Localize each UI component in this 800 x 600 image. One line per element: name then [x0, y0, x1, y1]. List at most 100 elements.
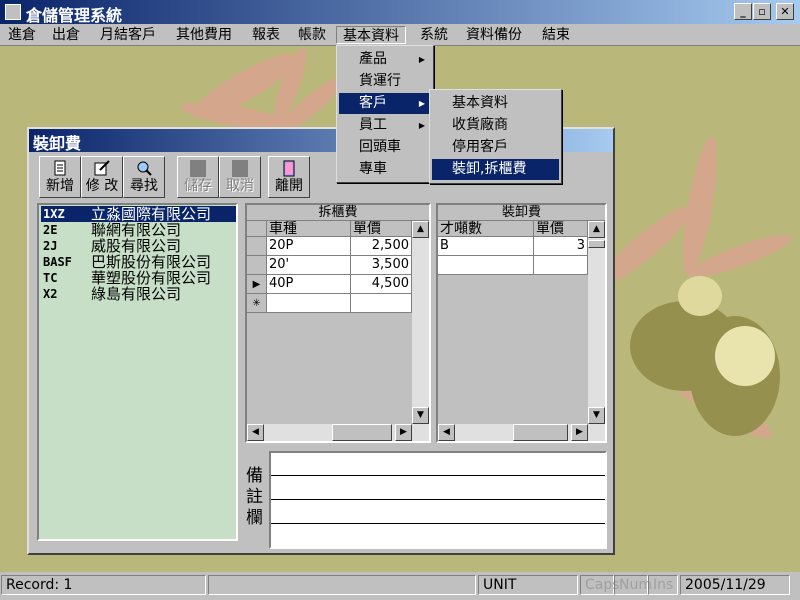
row-selector-header — [247, 221, 267, 237]
submenu-arrow-icon: ▶ — [418, 55, 425, 64]
price-cell[interactable] — [351, 294, 412, 313]
menu-system[interactable]: 系統 — [414, 26, 454, 44]
cancel-button[interactable]: 取消 — [219, 156, 261, 198]
unpack-horizontal-scrollbar[interactable]: ◀ ▶ — [247, 424, 429, 441]
scroll-up-icon[interactable]: ▲ — [588, 221, 605, 238]
statusbar: Record: 1 UNIT Caps Num Ins 2005/11/29 — [0, 572, 800, 600]
tonnage-cell[interactable]: B — [438, 237, 534, 256]
submenu-item-inactive-customers[interactable]: 停用客戶 — [432, 137, 559, 158]
vehicle-type-cell[interactable]: 20P — [267, 237, 351, 256]
scroll-left-icon[interactable]: ◀ — [438, 424, 455, 441]
scroll-right-icon[interactable]: ▶ — [571, 424, 588, 441]
leave-button[interactable]: 離開 — [268, 156, 310, 198]
menu-item-products[interactable]: 產品 ▶ — [339, 49, 431, 70]
row-selector-current[interactable]: ▶ — [247, 275, 267, 294]
column-header-vehicle-type[interactable]: 車種 — [267, 221, 351, 237]
new-button[interactable]: 新增 — [39, 156, 81, 198]
exit-door-icon — [283, 160, 295, 177]
price-cell[interactable]: 3 — [534, 237, 588, 256]
record-indicator: Record: 1 — [1, 575, 206, 595]
customer-name: 威股有限公司 — [91, 237, 182, 255]
column-header-price[interactable]: 單價 — [534, 221, 588, 237]
menu-item-label: 客戶 — [359, 95, 387, 111]
basic-data-menu: 產品 ▶ 貨運行 客戶 ▶ 員工 ▶ 回頭車 專車 — [336, 45, 434, 183]
loading-horizontal-scrollbar[interactable]: ◀ ▶ — [438, 424, 605, 441]
vehicle-type-cell[interactable]: 40P — [267, 275, 351, 294]
app-icon[interactable] — [5, 4, 21, 20]
minimize-button[interactable]: _ — [734, 3, 752, 20]
menu-item-return-trucks[interactable]: 回頭車 — [339, 137, 431, 158]
menu-accounts[interactable]: 帳款 — [292, 26, 332, 44]
customer-name: 華塑股份有限公司 — [91, 269, 212, 287]
row-selector[interactable] — [247, 256, 267, 275]
memo-field[interactable] — [269, 451, 607, 549]
scroll-thumb[interactable] — [513, 424, 568, 441]
customer-submenu: 基本資料 收貨廠商 停用客戶 裝卸,拆櫃費 — [429, 89, 562, 184]
price-cell[interactable] — [534, 256, 588, 275]
save-button-label: 儲存 — [184, 178, 212, 194]
vehicle-type-cell[interactable]: 20' — [267, 256, 351, 275]
submenu-item-handling-fees[interactable]: 裝卸,拆櫃費 — [432, 159, 559, 180]
menu-basic-data[interactable]: 基本資料 — [336, 26, 406, 44]
close-button[interactable]: ✕ — [776, 3, 794, 20]
scroll-down-icon[interactable]: ▼ — [412, 407, 429, 424]
app-title: 倉儲管理系統 — [26, 6, 123, 25]
row-selector[interactable] — [247, 237, 267, 256]
scroll-thumb[interactable] — [332, 424, 392, 441]
restore-button[interactable]: ▫ — [753, 3, 771, 20]
list-item[interactable]: X2 綠島有限公司 — [41, 286, 236, 302]
column-header-tonnage[interactable]: 才噸數 — [438, 221, 534, 237]
submenu-item-consignees[interactable]: 收貨廠商 — [432, 115, 559, 136]
menu-exit[interactable]: 結束 — [536, 26, 576, 44]
list-item[interactable]: BASF 巴斯股份有限公司 — [41, 254, 236, 270]
list-item[interactable]: 2J 威股有限公司 — [41, 238, 236, 254]
scroll-down-icon[interactable]: ▼ — [588, 407, 605, 424]
edit-button[interactable]: 修 改 — [81, 156, 123, 198]
vehicle-type-cell[interactable] — [267, 294, 351, 313]
list-item[interactable]: 2E 聯網有限公司 — [41, 222, 236, 238]
menu-data-backup[interactable]: 資料備份 — [460, 26, 528, 44]
customer-name: 綠島有限公司 — [91, 285, 182, 303]
list-item[interactable]: 1XZ 立淼國際有限公司 — [41, 206, 236, 222]
submenu-arrow-icon: ▶ — [418, 99, 425, 108]
magnifier-icon — [137, 161, 152, 176]
price-cell[interactable]: 3,500 — [351, 256, 412, 275]
new-document-icon — [54, 160, 66, 176]
customer-name: 立淼國際有限公司 — [91, 205, 212, 223]
menu-item-label: 回頭車 — [359, 139, 401, 155]
customer-name: 聯網有限公司 — [91, 221, 182, 239]
menu-item-employees[interactable]: 員工 ▶ — [339, 115, 431, 136]
loading-vertical-scrollbar[interactable]: ▲ ▼ — [588, 221, 605, 424]
scroll-thumb[interactable] — [588, 240, 605, 248]
customer-list[interactable]: 1XZ 立淼國際有限公司 2E 聯網有限公司 2J 威股有限公司 BASF 巴斯股份有限… — [37, 203, 238, 541]
find-button-label: 尋找 — [130, 178, 158, 194]
loading-fee-caption: 裝卸費 — [438, 205, 605, 221]
menu-item-dedicated-trucks[interactable]: 專車 — [339, 159, 431, 180]
scroll-left-icon[interactable]: ◀ — [247, 424, 264, 441]
scroll-up-icon[interactable]: ▲ — [412, 221, 429, 238]
submenu-arrow-icon: ▶ — [418, 121, 425, 130]
price-cell[interactable]: 2,500 — [351, 237, 412, 256]
tonnage-cell[interactable] — [438, 256, 534, 275]
price-cell[interactable]: 4,500 — [351, 275, 412, 294]
menu-stock-in[interactable]: 進倉 — [2, 26, 42, 44]
menu-item-label: 員工 — [359, 117, 387, 133]
loading-fee-grid: 裝卸費 才噸數 單價 B 3 ▲ ▼ ◀ ▶ — [436, 203, 607, 443]
find-button[interactable]: 尋找 — [123, 156, 165, 198]
scroll-right-icon[interactable]: ▶ — [395, 424, 412, 441]
column-header-price[interactable]: 單價 — [351, 221, 412, 237]
submenu-item-basic-info[interactable]: 基本資料 — [432, 93, 559, 114]
list-item[interactable]: TC 華塑股份有限公司 — [41, 270, 236, 286]
menu-reports[interactable]: 報表 — [246, 26, 286, 44]
menu-stock-out[interactable]: 出倉 — [46, 26, 86, 44]
unpack-vertical-scrollbar[interactable]: ▲ ▼ — [412, 221, 429, 424]
customer-code: TC — [43, 271, 58, 285]
save-button[interactable]: 儲存 — [177, 156, 219, 198]
row-selector-new[interactable]: ✳ — [247, 294, 267, 313]
menu-item-carriers[interactable]: 貨運行 — [339, 71, 431, 92]
menu-item-customers[interactable]: 客戶 ▶ — [339, 93, 431, 114]
menu-monthly-customers[interactable]: 月結客戶 — [94, 26, 162, 44]
menu-other-fees[interactable]: 其他費用 — [170, 26, 238, 44]
memo-rule — [271, 499, 605, 500]
caps-indicator: Caps — [580, 575, 620, 595]
